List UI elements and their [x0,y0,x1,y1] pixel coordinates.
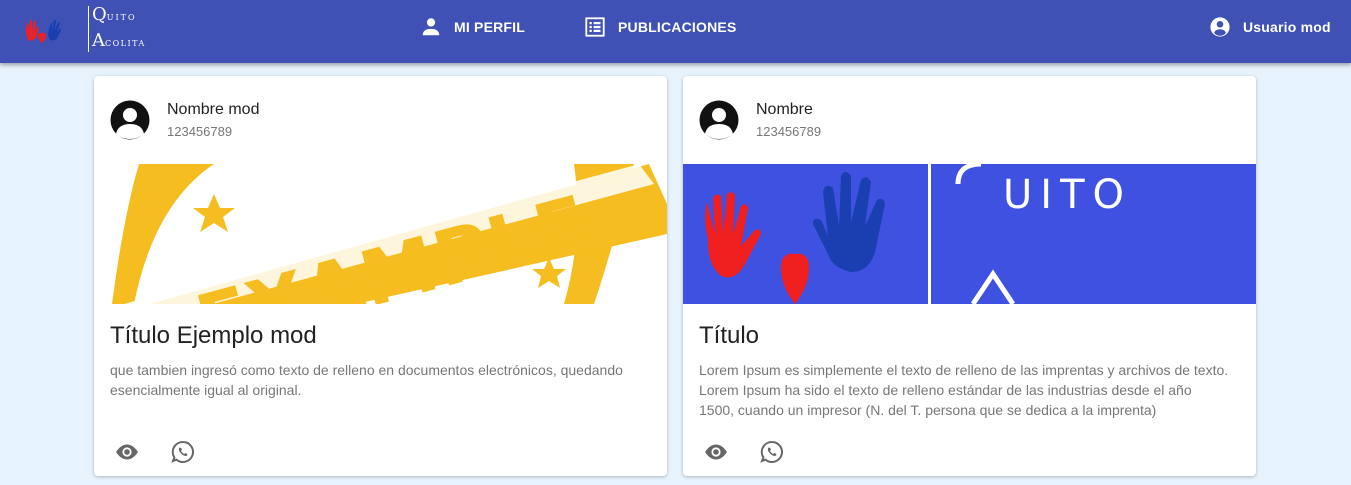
example-stamp-image: EXAMPLE [94,164,667,304]
app-bar: QUITO ACOLITA MI PERFIL PUBLICACIONES Us… [0,0,1351,63]
logo-image-text: UITO [1003,172,1132,218]
card-title: Título [699,322,760,349]
eye-icon [116,444,138,460]
person-icon [422,18,440,36]
nav-mi-perfil[interactable]: MI PERFIL [420,14,525,40]
view-button[interactable] [701,440,731,464]
user-name: Usuario mod [1243,19,1331,35]
author-phone: 123456789 [756,124,822,139]
eye-icon [705,444,727,460]
publication-card[interactable]: Nombre 123456789 UITO Título Lorem Ipsum… [683,76,1256,476]
quito-acolita-logo-image: UITO [683,164,1256,304]
card-actions [112,440,224,464]
view-button[interactable] [112,440,142,464]
nav-publicaciones-label: PUBLICACIONES [618,19,737,35]
list-icon [585,17,605,37]
whatsapp-button[interactable] [168,440,198,464]
whatsapp-icon [760,440,783,463]
user-menu[interactable]: Usuario mod [1209,14,1331,40]
nav-mi-perfil-label: MI PERFIL [454,19,526,35]
whatsapp-button[interactable] [757,440,787,464]
nav-publicaciones[interactable]: PUBLICACIONES [584,14,737,40]
author-phone: 123456789 [167,124,233,139]
whatsapp-icon [171,440,194,463]
avatar [699,100,739,140]
avatar-placeholder-icon [110,100,150,140]
card-description: Lorem Ipsum es simplemente el texto de r… [699,362,1229,418]
author-name: Nombre [756,101,813,118]
author-name: Nombre mod [167,101,260,118]
card-actions [701,440,813,464]
publication-card[interactable]: Nombre mod 123456789 EXAMPLE Título Ejem… [94,76,667,476]
card-description: que tambien ingresó como texto de rellen… [110,362,623,398]
avatar-placeholder-icon [699,100,739,140]
card-title: Título Ejemplo mod [110,322,317,349]
hands-logo-icon [25,20,61,43]
quito-acolita-logo[interactable]: QUITO ACOLITA [22,4,144,56]
avatar [110,100,150,140]
logo-divider [88,6,89,52]
account-circle-icon [1210,17,1230,37]
